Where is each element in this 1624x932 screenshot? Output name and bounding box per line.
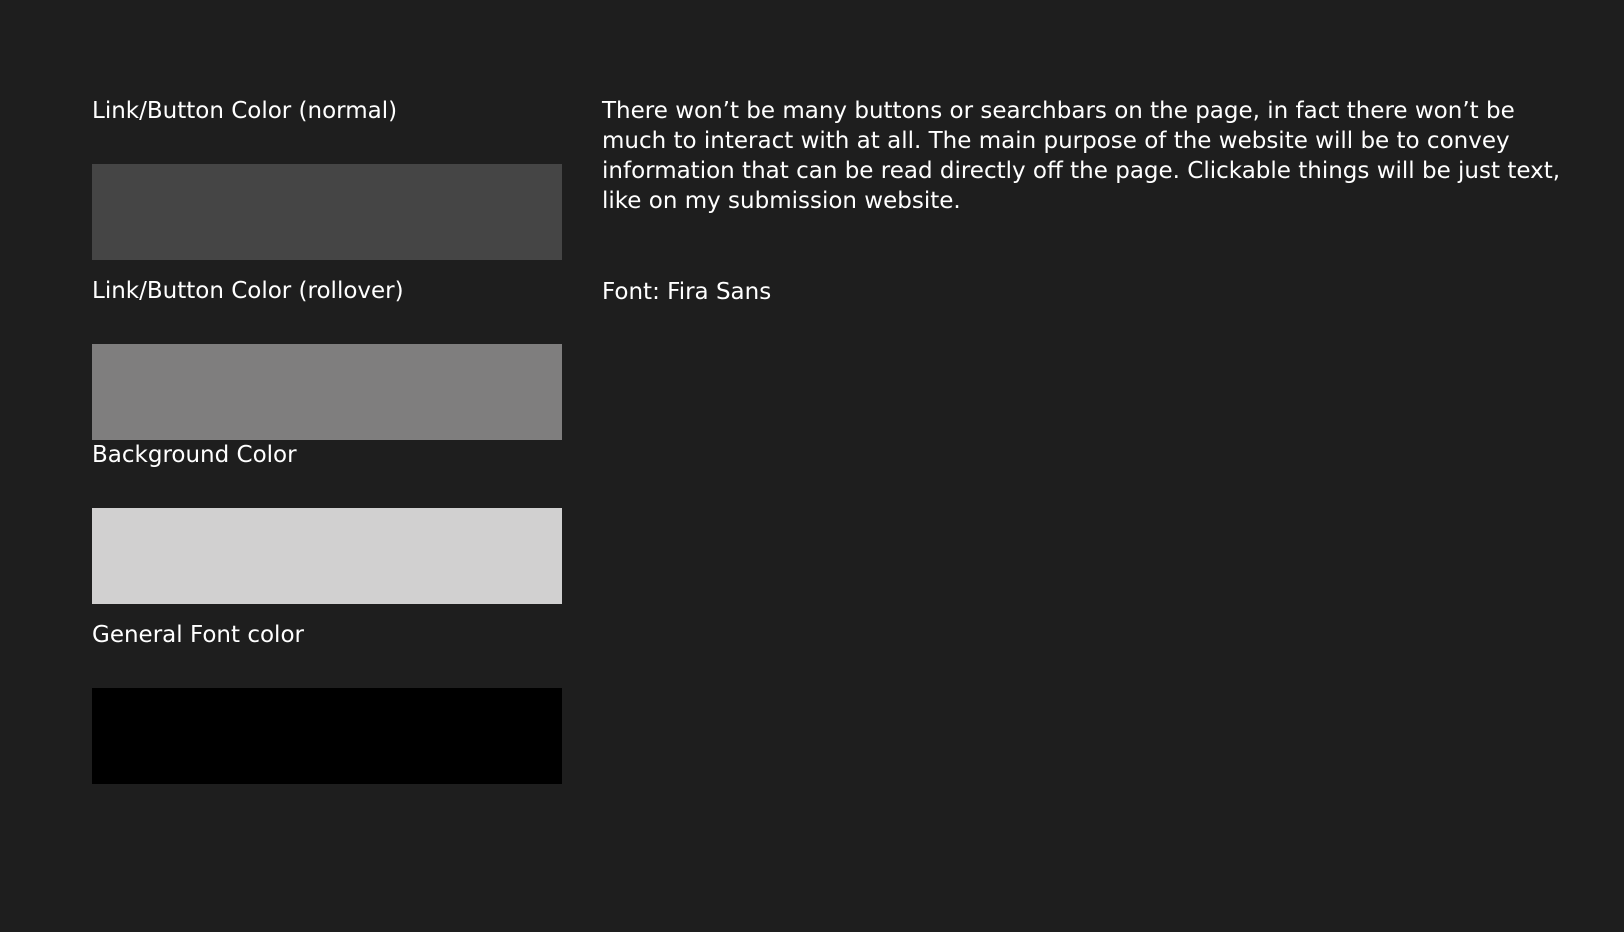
style-guide-canvas: Link/Button Color (normal) Link/Button C…: [0, 0, 1624, 932]
swatch-label-font-color: General Font color: [92, 622, 304, 648]
swatch-font-color: [92, 688, 562, 784]
swatch-label-link-rollover: Link/Button Color (rollover): [92, 278, 404, 304]
swatch-link-rollover: [92, 344, 562, 440]
swatch-label-background: Background Color: [92, 442, 297, 468]
font-note: Font: Fira Sans: [602, 279, 772, 305]
swatch-label-link-normal: Link/Button Color (normal): [92, 98, 398, 124]
description-text: There won’t be many buttons or searchbar…: [602, 98, 1561, 214]
swatch-link-normal: [92, 164, 562, 260]
swatch-background: [92, 508, 562, 604]
